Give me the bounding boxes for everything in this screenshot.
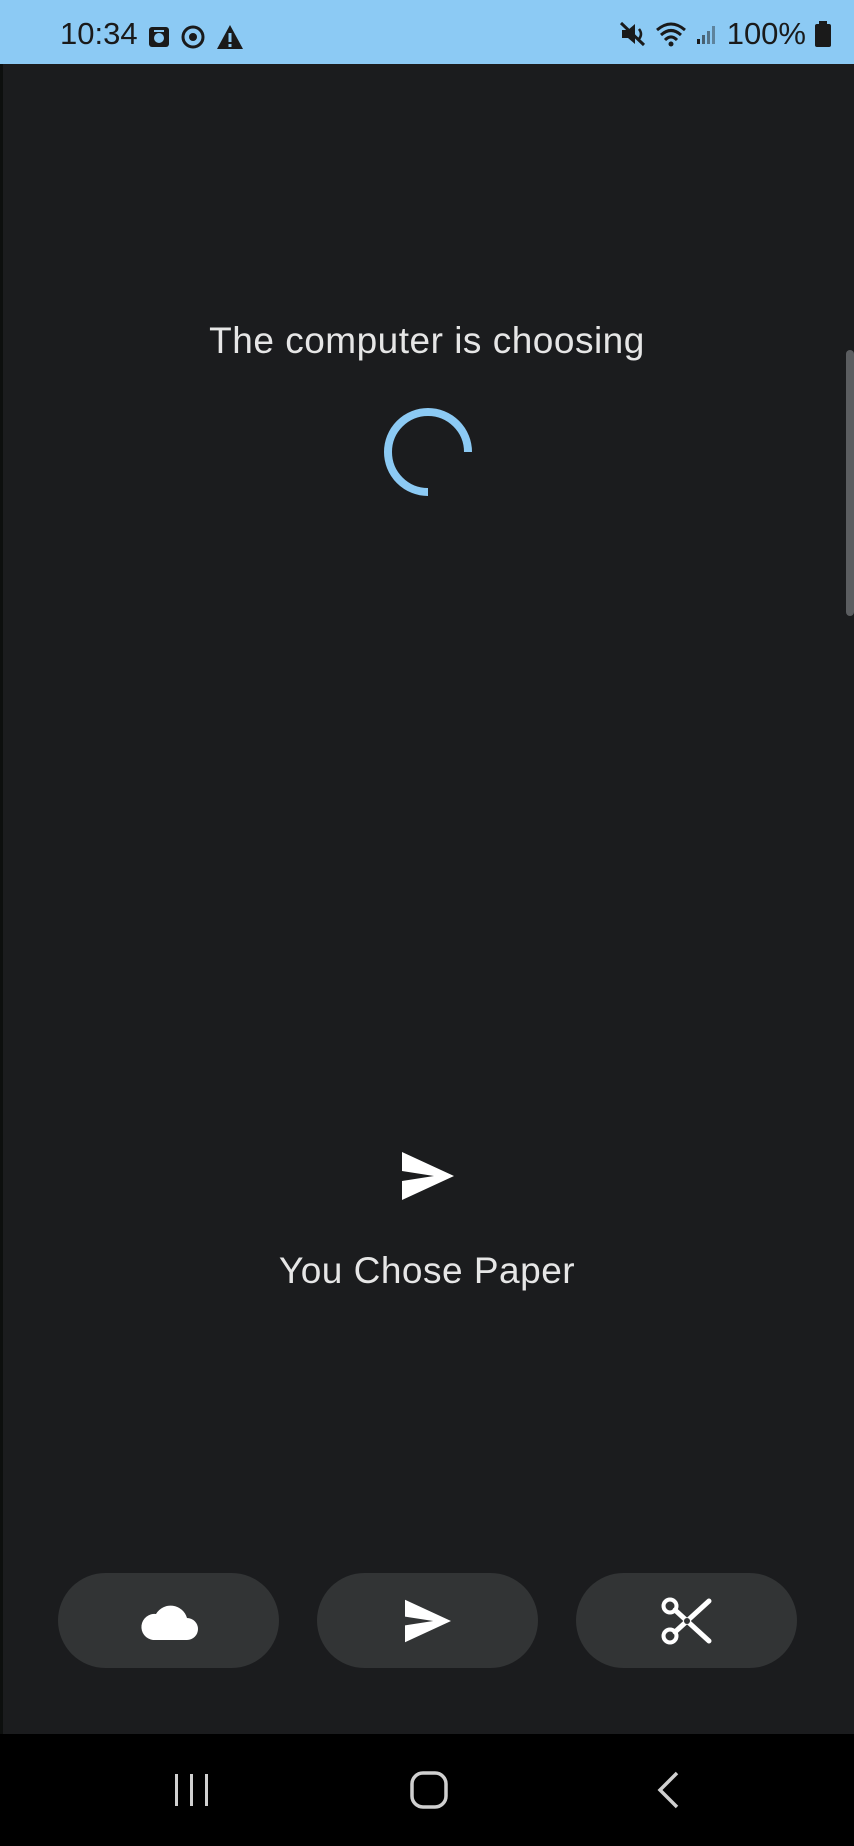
mute-icon <box>619 21 645 46</box>
cloud-icon <box>140 1605 198 1640</box>
signal-icon <box>696 25 715 44</box>
status-left-icons <box>148 24 244 50</box>
scissors-button[interactable] <box>576 1573 797 1668</box>
recents-button[interactable] <box>132 1734 252 1846</box>
paper-button[interactable] <box>317 1573 538 1668</box>
status-bar: 10:34 100% <box>0 0 854 64</box>
battery-icon <box>815 20 831 47</box>
home-button[interactable] <box>369 1734 489 1846</box>
app-screen: 10:34 100% The computer is choosing You … <box>0 0 854 1846</box>
recents-icon <box>175 1774 208 1806</box>
status-right-icons: 100% <box>619 18 832 49</box>
player-choice-text: You Chose Paper <box>278 1250 576 1291</box>
status-time: 10:34 <box>60 16 138 51</box>
back-button[interactable] <box>608 1734 728 1846</box>
back-icon <box>657 1771 679 1809</box>
warning-icon <box>217 25 243 49</box>
paper-plane-icon <box>402 1152 454 1200</box>
left-edge-divider <box>0 64 3 1734</box>
wifi-icon <box>655 22 686 46</box>
navigation-bar <box>0 1734 854 1846</box>
computer-status-text: The computer is choosing <box>209 320 645 361</box>
media-icon <box>149 27 169 47</box>
scrollbar[interactable] <box>846 350 854 616</box>
battery-percentage: 100% <box>726 16 806 51</box>
loading-spinner <box>384 408 472 496</box>
rock-button[interactable] <box>58 1573 279 1668</box>
paper-plane-icon <box>404 1599 451 1642</box>
sync-icon <box>181 25 205 49</box>
home-icon <box>410 1771 448 1809</box>
scissors-icon <box>661 1597 711 1644</box>
